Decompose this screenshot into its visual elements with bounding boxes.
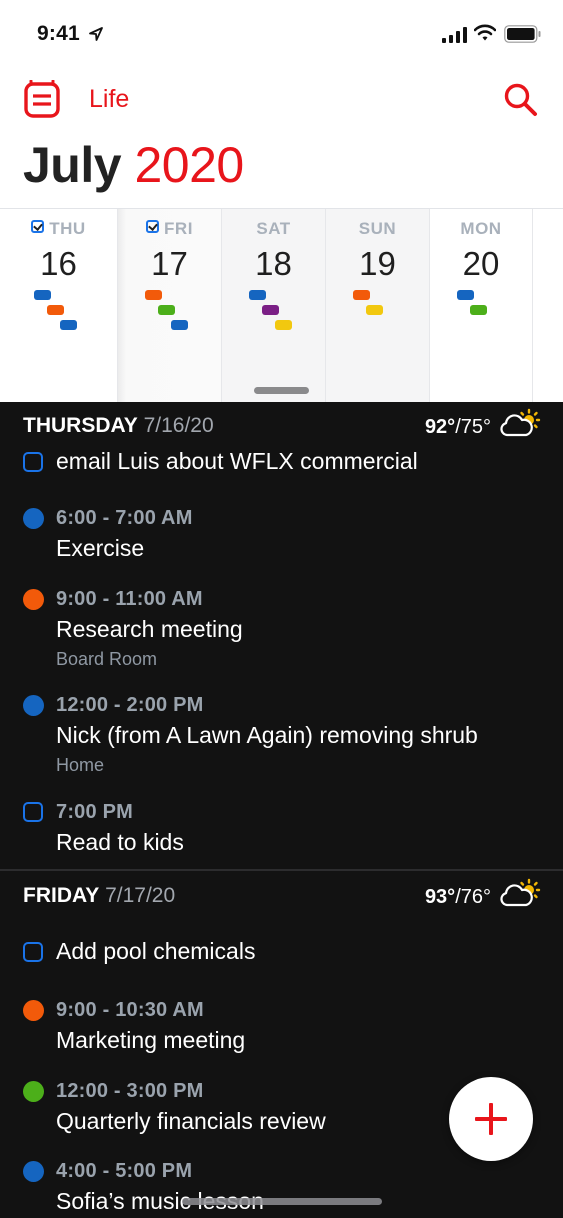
event-chip [275,320,292,330]
day-header: MON [430,219,532,239]
nav-bar: Life [0,72,563,128]
task-checkbox[interactable] [23,452,43,472]
day-column-mon[interactable]: MON 20 [430,209,533,402]
day-number: 18 [255,245,292,282]
partly-sunny-icon [500,878,541,907]
partly-sunny-icon [500,408,541,437]
event-chip [171,320,188,330]
month-title[interactable]: July 2020 [23,136,244,194]
battery-icon [504,25,541,43]
week-strip[interactable]: THU 16 FRI 17 SAT 18 SUN 19 MON 20 [0,208,563,402]
day-name: THURSDAY [23,414,138,437]
item-title: Marketing meeting [56,1027,246,1053]
event-chip [158,305,175,315]
temp-high: 92° [424,416,456,438]
event-chip [47,305,64,315]
calendar-color-dot [23,508,44,529]
event-chip [34,290,51,300]
item-title: Exercise [56,535,145,561]
task-time: 7:00 PM [56,801,133,823]
day-name: FRIDAY [23,884,100,907]
calendar-color-dot [23,1161,44,1182]
event-time: 6:00 - 7:00 AM [56,507,193,529]
task-checkbox-icon [31,220,45,233]
day-header: FRIDAY 7/17/20 [23,884,175,908]
item-title: Nick (from A Lawn Again) removing shrub [56,722,478,748]
status-time: 9:41 [37,22,80,45]
event-location: Home [56,755,105,775]
day-date: 7/16/20 [143,414,214,437]
weekday-label: SUN [358,219,397,238]
weather-forecast: 92°/75° [425,416,491,439]
year-label: 2020 [134,137,244,193]
temp-low: /75° [455,416,491,438]
event-time: 12:00 - 3:00 PM [56,1080,204,1102]
signal-icon [442,27,467,43]
day-header: SAT [222,219,325,239]
location-arrow-icon [89,27,103,41]
task-checkbox[interactable] [23,802,43,822]
day-header: FRI [118,219,221,239]
item-title: email Luis about WFLX commercial [56,448,418,474]
event-chip [353,290,370,300]
day-header: THU [0,219,117,239]
day-column-sun[interactable]: SUN 19 [326,209,430,402]
month-label: July [23,137,122,193]
task-checkbox-icon [146,220,160,233]
weekday-label: FRI [164,219,193,238]
day-divider [0,869,563,871]
home-indicator[interactable] [182,1198,382,1205]
drag-handle[interactable] [254,387,309,394]
weekday-label: THU [49,219,86,238]
temp-low: /76° [455,886,491,908]
day-column-sat[interactable]: SAT 18 [222,209,326,402]
day-number: 20 [462,245,500,282]
task-checkbox[interactable] [23,942,43,962]
calendar-name[interactable]: Life [89,85,129,114]
day-column-thu[interactable]: THU 16 [0,209,118,402]
event-chip [60,320,77,330]
temp-high: 93° [424,886,456,908]
event-time: 4:00 - 5:00 PM [56,1160,193,1182]
day-header: THURSDAY 7/16/20 [23,414,214,438]
event-chip [249,290,266,300]
calendar-color-dot [23,1081,44,1102]
event-chip [145,290,162,300]
plus-icon-stroke [489,1103,493,1135]
day-number: 19 [359,245,396,282]
day-header: SUN [326,219,429,239]
event-time: 9:00 - 11:00 AM [56,588,203,610]
calendar-color-dot [23,1000,44,1021]
weekday-label: MON [460,219,502,238]
day-column-fri[interactable]: FRI 17 [118,209,222,402]
weekday-label: SAT [256,219,291,238]
event-time: 12:00 - 2:00 PM [56,694,204,716]
item-title: Add pool chemicals [56,938,256,964]
event-chip [366,305,383,315]
day-number: 17 [151,245,188,282]
day-number: 16 [40,245,77,282]
item-title: Quarterly financials review [56,1108,326,1134]
event-chip [469,305,487,315]
event-chip [262,305,279,315]
search-icon[interactable] [503,82,539,118]
calendar-color-dot [23,695,44,716]
day-date: 7/17/20 [105,884,176,907]
status-bar: 9:41 [0,0,563,66]
calendar-list-icon[interactable] [24,80,60,118]
event-chip [456,290,474,300]
wifi-icon [474,24,496,41]
add-event-button[interactable] [449,1077,533,1161]
event-location: Board Room [56,649,158,669]
event-time: 9:00 - 10:30 AM [56,999,204,1021]
calendar-color-dot [23,589,44,610]
weather-forecast: 93°/76° [425,886,491,909]
item-title: Read to kids [56,829,184,855]
item-title: Research meeting [56,616,243,642]
